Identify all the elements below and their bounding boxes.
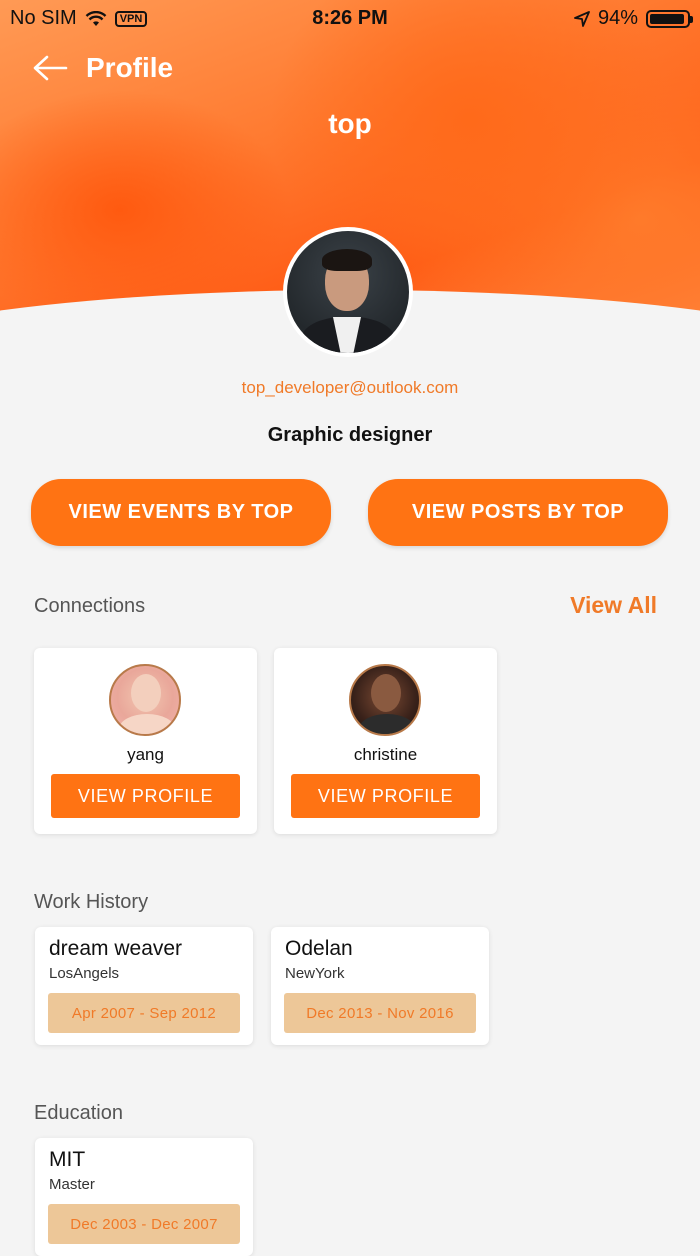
education-heading: Education [34,1102,123,1124]
view-all-link[interactable]: View All [570,592,657,619]
connection-card: christine VIEW PROFILE [274,648,497,834]
date-range-badge: Apr 2007 - Sep 2012 [48,993,240,1033]
date-range-badge: Dec 2013 - Nov 2016 [284,993,476,1033]
location-arrow-icon [574,10,590,27]
connections-heading: Connections [34,595,146,617]
work-history-card: dream weaver LosAngels Apr 2007 - Sep 20… [35,927,253,1045]
connection-card: yang VIEW PROFILE [34,648,257,834]
company-name: Odelan [285,937,353,960]
school-name: MIT [49,1148,86,1171]
page-title: Profile [86,52,174,83]
work-history-card: Odelan NewYork Dec 2013 - Nov 2016 [271,927,489,1045]
company-location: NewYork [285,965,345,982]
status-right: 94% [574,7,693,30]
degree-label: Master [49,1176,95,1193]
avatar [109,664,181,736]
view-profile-button[interactable]: VIEW PROFILE [51,774,240,818]
profile-photo [287,231,409,353]
profile-email[interactable]: top_developer@outlook.com [0,378,700,398]
education-card: MIT Master Dec 2003 - Dec 2007 [35,1138,253,1256]
battery-icon [646,9,693,28]
arrow-left-icon[interactable] [32,54,68,82]
connection-name: christine [353,745,418,764]
profile-avatar [283,227,413,357]
view-posts-button[interactable]: VIEW POSTS BY TOP [368,479,668,546]
avatar [349,664,421,736]
company-location: LosAngels [49,965,120,982]
view-events-button[interactable]: VIEW EVENTS BY TOP [31,479,331,546]
date-range-badge: Dec 2003 - Dec 2007 [48,1204,240,1244]
profile-role: Graphic designer [267,424,433,446]
battery-percent: 94% [597,7,638,29]
profile-username: top [328,108,372,139]
status-bar: No SIM VPN 8:26 PM 94% [0,0,700,36]
app-header: Profile [32,52,173,84]
connection-name: yang [127,745,164,764]
battery-fill [650,13,684,24]
view-profile-button[interactable]: VIEW PROFILE [291,774,480,818]
company-name: dream weaver [49,937,183,960]
work-history-heading: Work History [34,891,149,913]
